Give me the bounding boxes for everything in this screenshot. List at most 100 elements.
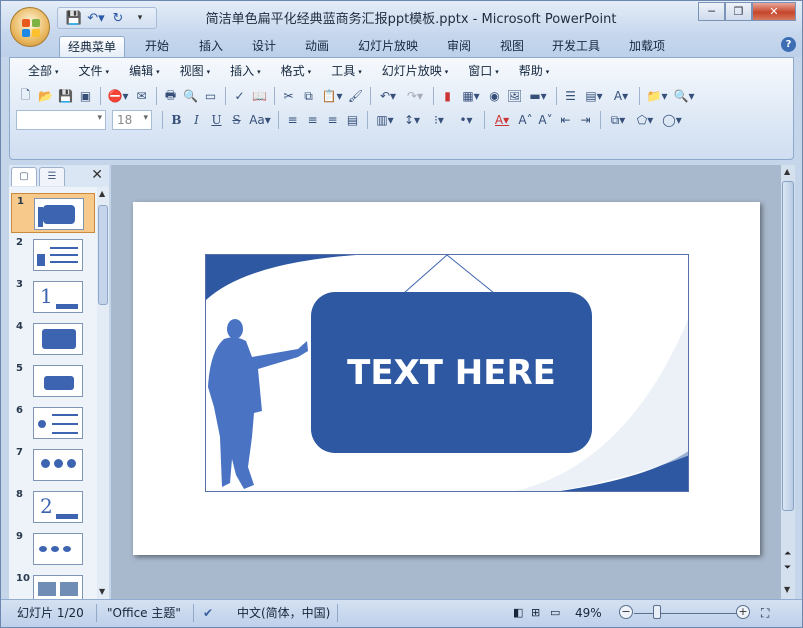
line-spacing-icon[interactable]: ↕▾ xyxy=(399,111,425,130)
shape-style-icon[interactable]: ◯▾ xyxy=(659,111,685,130)
print-preview-icon[interactable]: 🔍 xyxy=(181,87,200,106)
tab-view[interactable]: 视图 xyxy=(500,36,524,57)
publish-icon[interactable]: ▣ xyxy=(76,87,95,106)
shrink-font-icon[interactable]: A˅ xyxy=(536,111,555,130)
slide-thumbnail[interactable]: 9 xyxy=(11,529,95,569)
increase-indent-icon[interactable]: ⇥ xyxy=(576,111,595,130)
slide-thumbnail[interactable]: 8 2 xyxy=(11,487,95,527)
folder-icon[interactable]: 📁▾ xyxy=(644,87,670,106)
decrease-indent-icon[interactable]: ⇤ xyxy=(556,111,575,130)
slide-thumbnail[interactable]: 3 1 xyxy=(11,277,95,317)
insert-picture-icon[interactable]: 🖼 xyxy=(505,87,524,106)
change-case-icon[interactable]: Aa▾ xyxy=(247,111,273,130)
strikethrough-icon[interactable]: S xyxy=(227,111,246,130)
zoom-in-icon[interactable]: + xyxy=(736,605,750,619)
zoom-slider-track[interactable] xyxy=(634,613,738,614)
scroll-up-icon[interactable]: ▲ xyxy=(99,189,105,198)
slide-thumbnail[interactable]: 2 xyxy=(11,235,95,275)
find-icon[interactable]: 🔍▾ xyxy=(671,87,697,106)
slide-thumbnail[interactable]: 4 xyxy=(11,319,95,359)
menu-all[interactable]: 全部 ▾ xyxy=(18,60,69,82)
slide-headline[interactable]: TEXT HERE xyxy=(347,353,556,393)
slide-thumbnail[interactable]: 6 xyxy=(11,403,95,443)
menu-file[interactable]: 文件 ▾ xyxy=(69,60,120,82)
permission-icon[interactable]: ⛔▾ xyxy=(105,87,131,106)
slide-thumbnail[interactable]: 7 xyxy=(11,445,95,485)
close-icon[interactable]: ✕ xyxy=(752,2,796,21)
numbering-icon[interactable]: ⁝▾ xyxy=(426,111,452,130)
research-icon[interactable]: 📖 xyxy=(250,87,269,106)
slide-thumbnail[interactable]: 5 xyxy=(11,361,95,401)
tab-animations[interactable]: 动画 xyxy=(305,36,329,57)
menu-window[interactable]: 窗口 ▾ xyxy=(458,60,509,82)
previous-slide-icon[interactable]: ⏶ xyxy=(784,549,791,559)
tab-review[interactable]: 审阅 xyxy=(447,36,471,57)
zoom-out-icon[interactable]: − xyxy=(619,605,633,619)
slide-vertical-scrollbar[interactable]: ▲ ⏶ ⏷ ▼ xyxy=(781,165,795,599)
cut-icon[interactable]: ✂ xyxy=(279,87,298,106)
redo-icon[interactable]: ↷▾ xyxy=(402,87,428,106)
menu-format[interactable]: 格式 ▾ xyxy=(271,60,322,82)
undo-icon[interactable]: ↶▾ xyxy=(86,9,106,27)
justify-icon[interactable]: ▤ xyxy=(343,111,362,130)
zoom-level[interactable]: 49% xyxy=(575,604,602,622)
tab-slideshow[interactable]: 幻灯片放映 xyxy=(358,36,418,57)
slide-view-icon[interactable]: ▭ xyxy=(201,87,220,106)
language-indicator[interactable]: 中文(简体，中国) xyxy=(237,604,330,622)
normal-view-icon[interactable]: ◧ xyxy=(513,604,523,622)
align-center-icon[interactable]: ≡ xyxy=(303,111,322,130)
spelling-icon[interactable]: ✓ xyxy=(230,87,249,106)
tab-addins[interactable]: 加载项 xyxy=(629,36,665,57)
menu-insert[interactable]: 插入 ▾ xyxy=(220,60,271,82)
arrange-icon[interactable]: ⧉▾ xyxy=(605,111,631,130)
scroll-thumb[interactable] xyxy=(782,181,794,511)
italic-icon[interactable]: I xyxy=(187,111,206,130)
theme-name[interactable]: "Office 主题" xyxy=(107,604,181,622)
open-icon[interactable]: 📂 xyxy=(36,87,55,106)
customize-qat-icon[interactable]: ▾ xyxy=(130,9,150,27)
font-name-combo[interactable] xyxy=(16,110,106,130)
help-icon[interactable]: ? xyxy=(781,37,796,52)
tab-outline-icon[interactable]: ☰ xyxy=(39,167,65,186)
new-icon[interactable]: 🗋 xyxy=(16,87,35,106)
scroll-down-icon[interactable]: ▼ xyxy=(99,587,105,596)
slide-canvas[interactable]: TEXT HERE xyxy=(133,202,760,555)
spell-check-icon[interactable]: ✔ xyxy=(203,604,213,622)
tab-insert[interactable]: 插入 xyxy=(199,36,223,57)
columns-icon[interactable]: ▥▾ xyxy=(372,111,398,130)
zoom-slider-thumb[interactable] xyxy=(653,605,661,619)
bold-icon[interactable]: B xyxy=(167,111,186,130)
insert-chart-icon[interactable]: ▮ xyxy=(438,87,457,106)
headline-sign[interactable]: TEXT HERE xyxy=(311,292,592,453)
paste-icon[interactable]: 📋▾ xyxy=(319,87,345,106)
shapes-icon[interactable]: ⬠▾ xyxy=(632,111,658,130)
tab-developer[interactable]: 开发工具 xyxy=(552,36,600,57)
font-color-icon[interactable]: A▾ xyxy=(489,111,515,130)
scroll-down-icon[interactable]: ▼ xyxy=(784,585,790,594)
clip-art-icon[interactable]: ◉ xyxy=(485,87,504,106)
scroll-thumb[interactable] xyxy=(98,205,108,305)
minimize-icon[interactable]: ─ xyxy=(698,2,725,21)
align-right-icon[interactable]: ≡ xyxy=(323,111,342,130)
tab-home[interactable]: 开始 xyxy=(145,36,169,57)
grow-font-icon[interactable]: A˄ xyxy=(516,111,535,130)
slideshow-view-icon[interactable]: ▭ xyxy=(550,604,560,622)
redo-icon[interactable]: ↻ xyxy=(108,9,128,27)
underline-icon[interactable]: U xyxy=(207,111,226,130)
align-left-icon[interactable]: ≡ xyxy=(283,111,302,130)
thumbnail-scrollbar[interactable]: ▲ ▼ xyxy=(97,187,109,599)
copy-icon[interactable]: ⧉ xyxy=(299,87,318,106)
bullets-icon[interactable]: •▾ xyxy=(453,111,479,130)
save-icon[interactable]: 💾 xyxy=(56,87,75,106)
close-pane-icon[interactable]: ✕ xyxy=(91,167,103,183)
restore-icon[interactable]: ❐ xyxy=(725,2,752,21)
textbox-icon[interactable]: A▾ xyxy=(608,87,634,106)
tab-classic-menu[interactable]: 经典菜单 xyxy=(59,36,126,57)
slide-layout-icon[interactable]: ▤▾ xyxy=(581,87,607,106)
menu-tools[interactable]: 工具 ▾ xyxy=(321,60,372,82)
slide-thumbnail[interactable]: 1 xyxy=(11,193,95,233)
menu-view[interactable]: 视图 ▾ xyxy=(170,60,221,82)
menu-slideshow[interactable]: 幻灯片放映 ▾ xyxy=(372,60,459,82)
tab-design[interactable]: 设计 xyxy=(252,36,276,57)
tab-slides-icon[interactable]: ▢ xyxy=(11,167,37,186)
